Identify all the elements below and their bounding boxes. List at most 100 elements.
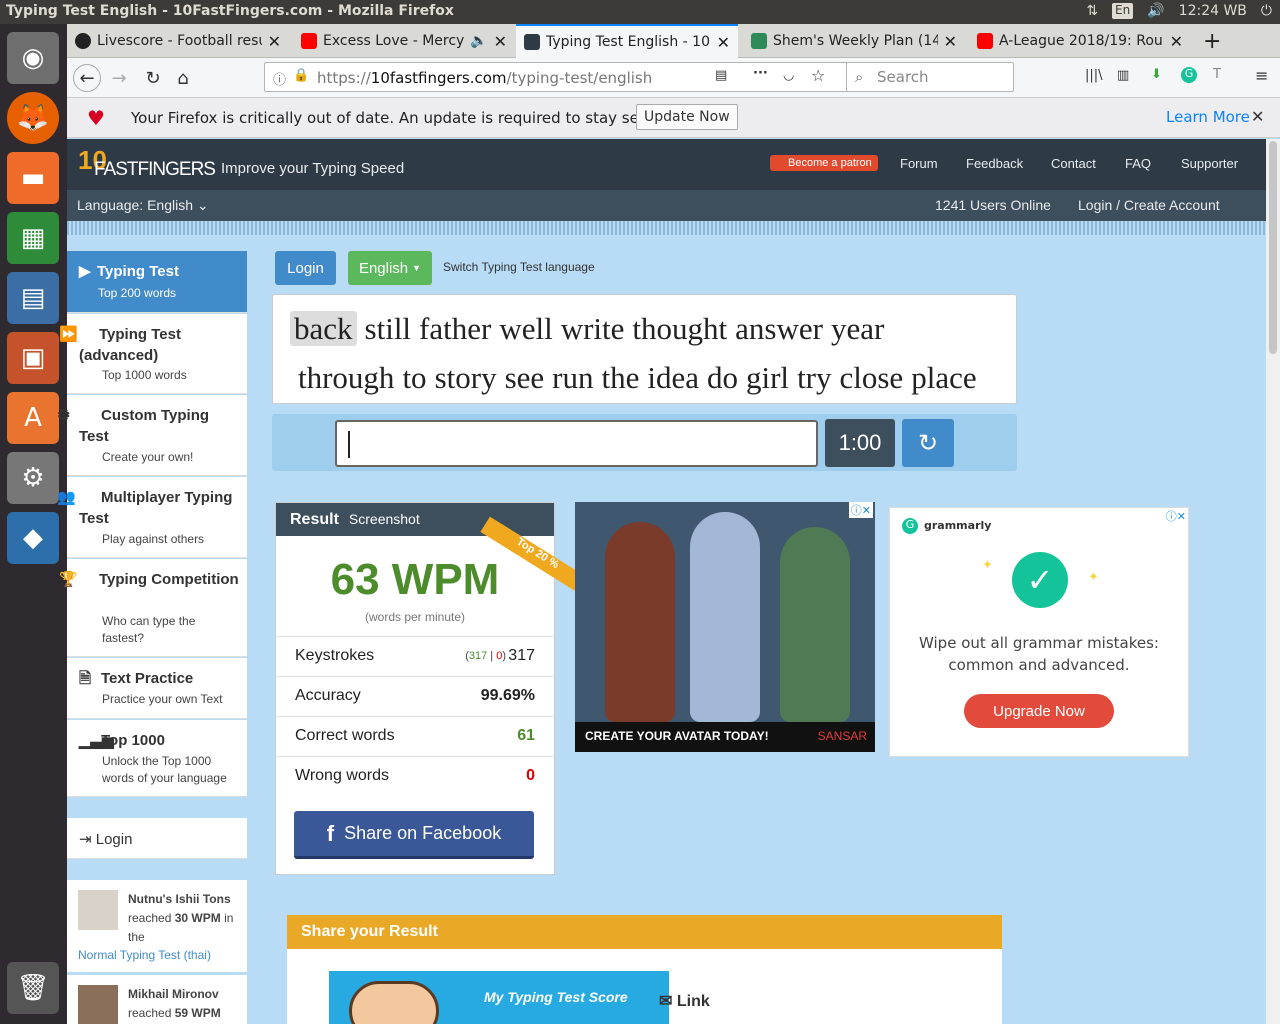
info-icon[interactable]: ⓘ bbox=[273, 69, 286, 88]
language-select-button[interactable]: English ▼ bbox=[348, 251, 432, 285]
nav-supporter[interactable]: Supporter bbox=[1181, 156, 1238, 171]
sidebar-item-competition[interactable]: 🏆 Typing Competition Who can type the fas… bbox=[59, 559, 247, 657]
close-icon[interactable]: ✕ bbox=[944, 32, 957, 51]
login-create-account-link[interactable]: Login / Create Account bbox=[1078, 197, 1220, 213]
new-tab-button[interactable]: + bbox=[1195, 24, 1225, 58]
sidebar-item-label: 🏆 Typing Competition bbox=[59, 571, 239, 588]
avatar-advertisement[interactable]: ⓘ✕ CREATE YOUR AVATAR TODAY! SANSAR bbox=[575, 502, 875, 752]
grammarly-extension-icon[interactable]: G bbox=[1181, 67, 1197, 83]
word: run bbox=[552, 360, 594, 395]
tab-excess-love[interactable]: Excess Love - Mercy Cl🔈✕ bbox=[293, 24, 515, 58]
files-icon[interactable]: ▬ bbox=[7, 152, 59, 204]
power-icon[interactable]: ⏻ bbox=[1261, 3, 1272, 19]
keyboard-language[interactable]: En bbox=[1112, 3, 1134, 19]
sidebar-item-custom-typing-test[interactable]: ⚙ Custom Typing Test Create your own! bbox=[57, 395, 247, 476]
impress-icon[interactable]: ▣ bbox=[7, 332, 59, 384]
close-icon[interactable]: ✕ bbox=[494, 32, 507, 51]
correct-words-row: Correct words 61 bbox=[276, 716, 554, 756]
clock[interactable]: 12:24 WB bbox=[1179, 3, 1247, 19]
sidebar-icon[interactable]: ▥ bbox=[1117, 68, 1129, 83]
login-button[interactable]: Login bbox=[275, 251, 336, 285]
sidebar-item-typing-test[interactable]: ▶ Typing Test Top 200 words bbox=[67, 251, 247, 313]
sidebar-item-text-practice[interactable]: 🗎 Text Practice Practice your own Text bbox=[67, 658, 247, 719]
grammarly-advertisement[interactable]: G grammarly ⓘ✕ ✓ ✦ ✦ Wipe out all gramma… bbox=[889, 507, 1189, 757]
url-text[interactable]: https://10fastfingers.com/typing-test/en… bbox=[317, 69, 652, 87]
close-icon[interactable]: ✕ bbox=[1251, 107, 1264, 126]
ad-cta[interactable]: CREATE YOUR AVATAR TODAY! SANSAR bbox=[575, 722, 875, 752]
page-scrollbar[interactable] bbox=[1266, 139, 1280, 1024]
avatar[interactable] bbox=[78, 890, 118, 930]
network-icon[interactable]: ⇅ bbox=[1086, 3, 1098, 19]
grammarly-brand: grammarly bbox=[924, 519, 992, 532]
tab-typing-test[interactable]: Typing Test English - 10Fa ✕ bbox=[516, 24, 738, 58]
become-patron-button[interactable]: Become a patron bbox=[770, 155, 878, 171]
reader-view-icon[interactable]: ▤ bbox=[715, 68, 727, 83]
bookmark-star-icon[interactable]: ☆ bbox=[811, 66, 825, 85]
upgrade-now-button[interactable]: Upgrade Now bbox=[964, 694, 1114, 728]
sidebar-login[interactable]: ⇥ Login bbox=[67, 818, 247, 859]
text-cursor bbox=[348, 431, 350, 458]
search-input[interactable]: ⌕ Search bbox=[846, 62, 1014, 92]
sidebar-item-typing-test-advanced[interactable]: ⏩ Typing Test (advanced) Top 1000 words bbox=[59, 314, 247, 394]
nav-feedback[interactable]: Feedback bbox=[966, 156, 1023, 171]
sidebar-item-top-1000[interactable]: ▁▃▅ Top 1000 Unlock the Top 1000 words of… bbox=[67, 720, 247, 797]
forward-button[interactable]: → bbox=[105, 64, 133, 92]
menu-icon[interactable]: ≡ bbox=[1255, 66, 1268, 85]
scrollbar-thumb[interactable] bbox=[1269, 141, 1277, 354]
adchoices-icon[interactable]: ⓘ✕ bbox=[848, 502, 873, 518]
library-icon[interactable]: |||\ bbox=[1085, 68, 1103, 83]
activity-link[interactable]: Normal Typing Test (thai) bbox=[78, 946, 211, 965]
volume-icon[interactable]: 🔊 bbox=[1147, 3, 1164, 19]
tab-a-league[interactable]: A-League 2018/19: Round ✕ bbox=[969, 24, 1191, 58]
close-icon[interactable]: ✕ bbox=[268, 32, 281, 51]
typing-input[interactable] bbox=[335, 420, 818, 467]
pocket-icon[interactable]: ◡ bbox=[783, 68, 794, 83]
spreadsheet-icon[interactable]: ▦ bbox=[7, 212, 59, 264]
download-icon[interactable]: ⬇ bbox=[1151, 67, 1162, 82]
speaker-icon[interactable]: 🔈 bbox=[470, 33, 487, 49]
nav-contact[interactable]: Contact bbox=[1051, 156, 1096, 171]
home-button[interactable]: ⌂ bbox=[169, 64, 197, 92]
close-icon[interactable]: ✕ bbox=[1170, 32, 1183, 51]
close-icon[interactable]: ✕ bbox=[717, 33, 730, 52]
language-dropdown[interactable]: Language: English ⌄ bbox=[77, 197, 209, 214]
page-actions-icon[interactable]: ··· bbox=[753, 66, 768, 81]
sparkle-icon: ✦ bbox=[982, 558, 993, 573]
sidebar-item-subtitle: Play against others bbox=[102, 532, 205, 546]
sign-in-icon: ⇥ bbox=[79, 831, 92, 848]
firefox-icon[interactable]: 🦊 bbox=[7, 92, 59, 144]
learn-more-link[interactable]: Learn More bbox=[1166, 108, 1250, 126]
screenshot-tab[interactable]: Screenshot bbox=[349, 511, 420, 527]
sidebar-item-multiplayer[interactable]: 👥 Multiplayer Typing Test Play against ot… bbox=[57, 477, 247, 558]
tab-shems-weekly-plan[interactable]: Shem's Weekly Plan (14th ✕ bbox=[743, 24, 965, 58]
nav-faq[interactable]: FAQ bbox=[1125, 156, 1151, 171]
software-center-icon[interactable]: A bbox=[7, 392, 59, 444]
sheet-icon bbox=[751, 33, 767, 49]
settings-icon[interactable]: ⚙ bbox=[7, 452, 59, 504]
writer-icon[interactable]: ▤ bbox=[7, 272, 59, 324]
avatar[interactable] bbox=[78, 985, 118, 1024]
youtube-icon bbox=[301, 33, 317, 49]
update-now-button[interactable]: Update Now bbox=[636, 104, 738, 130]
adchoices-icon[interactable]: ⓘ✕ bbox=[1166, 508, 1186, 524]
ubuntu-dash-icon[interactable]: ◉ bbox=[7, 32, 59, 84]
share-facebook-button[interactable]: f Share on Facebook bbox=[294, 811, 534, 859]
reload-icon[interactable]: ↻ bbox=[902, 419, 954, 467]
site-logo[interactable]: 10 FASTFINGERS bbox=[78, 145, 216, 185]
tab-livescore[interactable]: Livescore - Football resu ✕ bbox=[67, 24, 289, 58]
tab-bar: Livescore - Football resu ✕ Excess Love -… bbox=[67, 24, 1280, 58]
system-tray[interactable]: ⇅ En 🔊 12:24 WB ⏻ bbox=[1086, 3, 1272, 19]
back-button[interactable]: ← bbox=[73, 64, 101, 92]
word: to bbox=[402, 360, 427, 395]
word: write bbox=[560, 311, 625, 346]
url-bar[interactable]: ⓘ 🔒 https://10fastfingers.com/typing-tes… bbox=[264, 62, 906, 92]
workspace-switcher-icon[interactable]: ◆ bbox=[7, 512, 59, 564]
nav-forum[interactable]: Forum bbox=[900, 156, 938, 171]
score-image[interactable]: My Typing Test Score bbox=[329, 971, 669, 1024]
translate-icon[interactable]: T bbox=[1213, 67, 1221, 82]
login-link[interactable]: ⇥ Login bbox=[79, 830, 132, 848]
reload-button[interactable]: ↻ bbox=[139, 64, 167, 92]
sidebar-item-label: ⚙ Custom Typing Test bbox=[57, 407, 210, 445]
trash-icon[interactable]: 🗑 bbox=[7, 962, 59, 1014]
word: place bbox=[911, 360, 977, 395]
